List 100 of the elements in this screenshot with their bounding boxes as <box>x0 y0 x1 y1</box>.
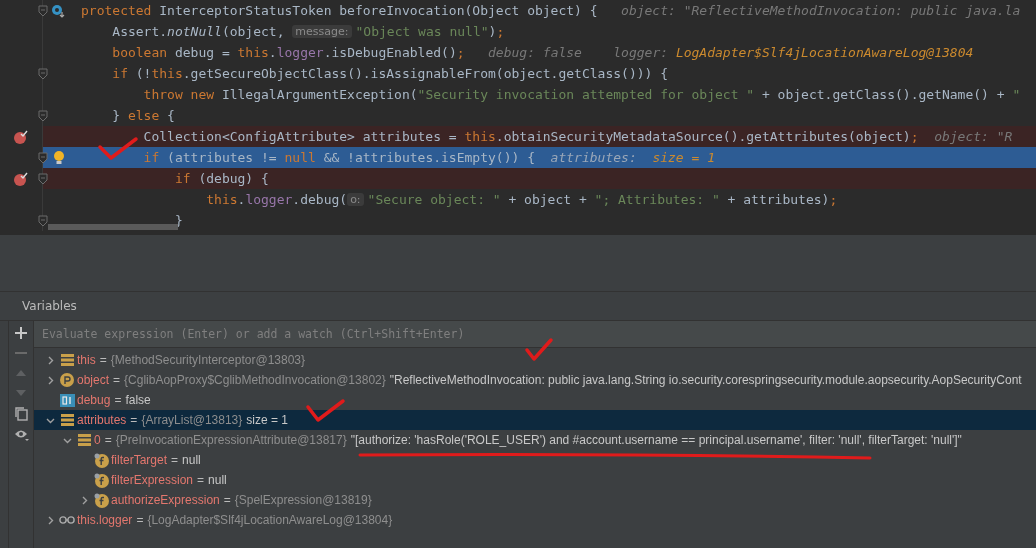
code-method: notNull <box>167 24 222 39</box>
equals-sign: = <box>197 473 205 487</box>
code-keyword: this <box>151 66 183 81</box>
variable-name: filterTarget <box>111 453 168 467</box>
scrollbar[interactable] <box>48 224 178 230</box>
code-text: .isDebugEnabled() <box>323 45 457 60</box>
code-text: Assert. <box>111 24 168 39</box>
primitive-icon <box>59 393 75 407</box>
variable-row[interactable]: debug = false <box>34 390 1036 410</box>
variable-row[interactable]: this = {MethodSecurityInterceptor@13803} <box>34 350 1036 370</box>
code-keyword: protected <box>81 3 153 18</box>
check-mark <box>98 137 138 160</box>
variable-name: authorizeExpression <box>111 493 220 507</box>
code-keyword: ; <box>829 192 838 207</box>
code-keyword: this <box>464 129 496 144</box>
eye-icon[interactable] <box>13 429 29 441</box>
add-icon[interactable] <box>15 327 27 339</box>
code-text: + object.getClass().getName() + <box>760 87 1006 102</box>
fold-marker-icon[interactable] <box>38 4 48 17</box>
code-text: debug = <box>174 45 231 60</box>
equals-sign: = <box>104 433 112 447</box>
code-string: "Security invocation attempted for object " <box>417 87 755 102</box>
variable-row[interactable]: 0 = {PreInvocationExpressionAttribute@13817} "[authorize: 'hasRole('ROLE_USER') and #account.username == principal.username', filter: 'null', filterTarget: 'null']" <box>34 430 1036 450</box>
code-string: "Secure object: " <box>367 192 501 207</box>
variable-row[interactable]: attributes = {ArrayList@13813} size = 1 <box>34 410 1036 430</box>
code-text: (debug) { <box>198 171 269 186</box>
code-keyword: ; <box>456 45 465 60</box>
equals-sign: = <box>130 413 138 427</box>
variable-row[interactable]: authorizeExpression = {SpelExpression@13819} <box>34 490 1036 510</box>
equals-sign: = <box>171 453 179 467</box>
code-keyword: ; <box>496 24 505 39</box>
variable-row[interactable]: filterExpression = null <box>34 470 1036 490</box>
variable-name: object <box>77 373 110 387</box>
variable-name: filterExpression <box>111 473 194 487</box>
code-string: "; Attributes: " <box>594 192 720 207</box>
fold-marker-icon[interactable] <box>38 151 48 164</box>
fold-marker-icon[interactable] <box>38 109 48 122</box>
list-icon <box>60 354 74 366</box>
fold-marker-icon[interactable] <box>38 214 48 227</box>
copy-icon[interactable] <box>14 407 28 421</box>
inline-value-hint: object: "ReflectiveMethodInvocation: public java.la <box>620 3 1021 18</box>
code-string: " <box>1012 87 1021 102</box>
code-keyword: if <box>111 66 129 81</box>
variable-row[interactable]: filterTarget = null <box>34 450 1036 470</box>
parameter-hint: message: <box>292 25 352 38</box>
variable-name: attributes <box>77 413 127 427</box>
variable-row[interactable]: this.logger = {LogAdapter$Slf4jLocationAwareLog@13804} <box>34 510 1036 530</box>
code-field: logger <box>276 45 324 60</box>
inline-value: size = 1 <box>652 150 715 165</box>
variable-row[interactable]: object = {CglibAopProxy$CglibMethodInvocation@13802} "ReflectiveMethodInvocation: public java.lang.String io.security.corespringsecurity.module.aopsecurity.AopSecurityCont <box>34 370 1036 390</box>
code-text: IllegalArgumentException( <box>221 87 418 102</box>
code-keyword: boolean <box>111 45 169 60</box>
variable-value: null <box>182 453 201 467</box>
code-text: .getSecureObjectClass().isAssignableFrom(object.getClass())) { <box>182 66 669 81</box>
equals-sign: = <box>223 493 231 507</box>
panel-title: Variables <box>22 299 77 313</box>
variable-value: "ReflectiveMethodInvocation: public java.lang.String io.security.corespringsecurity.module.aopsecurity.AopSecurityCont <box>389 373 1022 387</box>
variable-value: null <box>208 473 227 487</box>
code-text: ) <box>488 24 497 39</box>
breakpoint-icon[interactable] <box>13 128 29 145</box>
code-text: .obtainSecurityMetadataSource().getAttributes(object) <box>495 129 911 144</box>
override-icon[interactable] <box>51 3 67 18</box>
code-keyword: throw new <box>142 87 216 102</box>
code-text: + object + <box>507 192 588 207</box>
list-icon <box>77 434 91 446</box>
equals-sign: = <box>113 373 121 387</box>
code-keyword: this <box>205 192 238 207</box>
field-icon <box>93 452 109 468</box>
check-mark <box>306 399 345 422</box>
fold-marker-icon[interactable] <box>38 172 48 185</box>
code-text: + attributes) <box>726 192 830 207</box>
glasses-icon <box>59 515 75 525</box>
code-field: logger <box>245 192 293 207</box>
code-text: (attributes != <box>167 150 278 165</box>
object-reference: {SpelExpression@13819} <box>234 493 372 507</box>
object-reference: {MethodSecurityInterceptor@13803} <box>110 353 305 367</box>
code-keyword: else <box>127 108 161 123</box>
code-keyword: if <box>173 171 192 186</box>
code-string: "Object was null" <box>355 24 489 39</box>
breakpoint-icon[interactable] <box>13 170 29 187</box>
inline-value: LogAdapter$Slf4jLocationAwareLog@13804 <box>675 45 974 60</box>
code-keyword: null <box>284 150 317 165</box>
field-icon <box>93 492 109 508</box>
list-icon <box>60 414 74 426</box>
fold-marker-icon[interactable] <box>38 67 48 80</box>
variable-name: this <box>77 353 96 367</box>
equals-sign: = <box>114 393 122 407</box>
field-icon <box>93 472 109 488</box>
variable-name: 0 <box>94 433 101 447</box>
code-text: (! <box>135 66 152 81</box>
check-mark <box>525 338 553 361</box>
code-text: InterceptorStatusToken beforeInvocation(Object object) { <box>159 3 598 18</box>
parameter-icon <box>60 373 74 387</box>
code-text: } <box>111 108 122 123</box>
code-text: . <box>268 45 277 60</box>
parameter-hint: o: <box>347 193 364 206</box>
code-keyword: this <box>237 45 269 60</box>
lightbulb-icon[interactable] <box>53 149 65 166</box>
variable-value: false <box>125 393 151 407</box>
code-text: (object, <box>221 24 286 39</box>
